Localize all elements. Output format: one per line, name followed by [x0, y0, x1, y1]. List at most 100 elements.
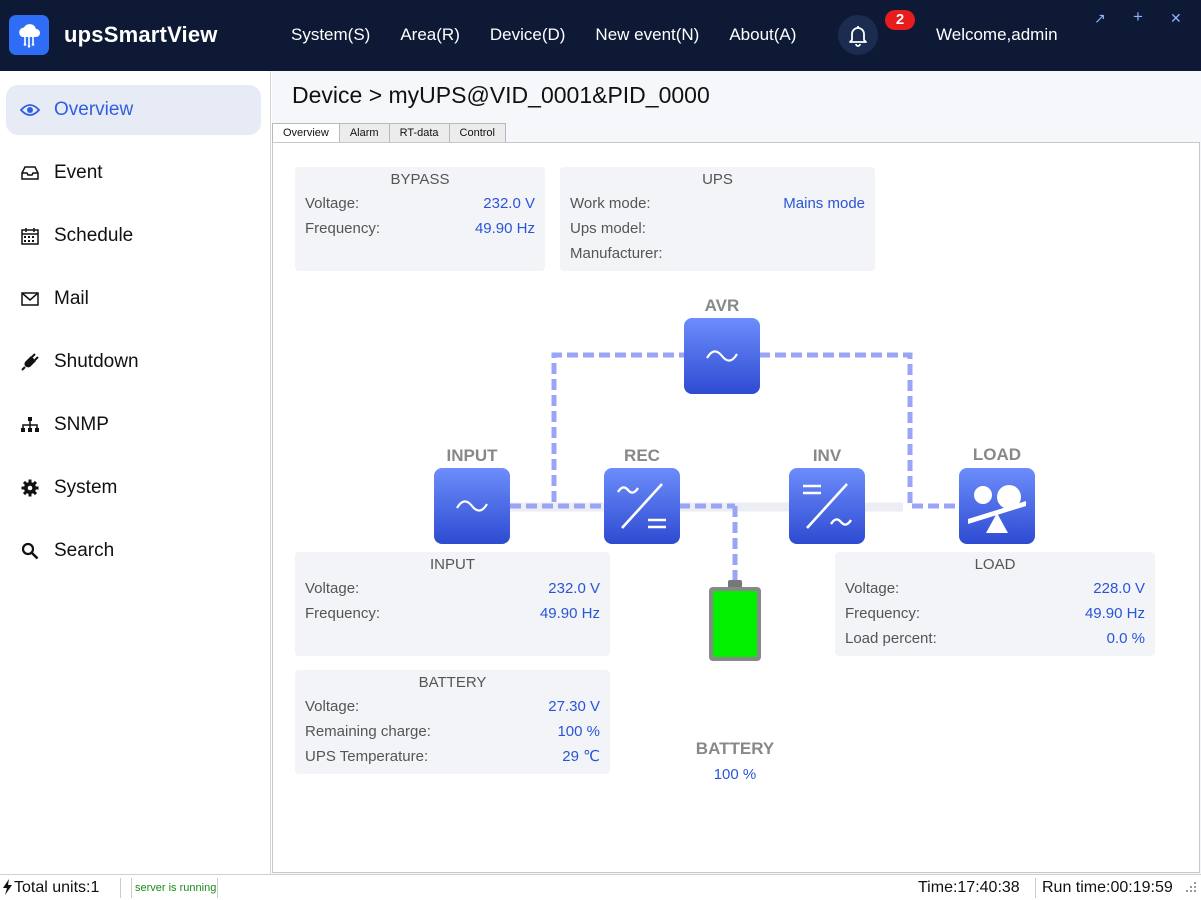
sidebar: Overview Event Schedule Mail Shutdown SN… — [0, 71, 271, 874]
sidebar-item-snmp[interactable]: SNMP — [6, 400, 261, 450]
input-card-title: INPUT — [430, 556, 475, 573]
status-divider — [120, 878, 121, 898]
run-time: Run time:00:19:59 — [1042, 879, 1173, 896]
tab-control[interactable]: Control — [448, 123, 506, 143]
avr-node — [684, 318, 760, 394]
main-content: Device > myUPS@VID_0001&PID_0000 Overvie… — [272, 71, 1201, 874]
sidebar-item-system[interactable]: System — [6, 463, 261, 513]
menu-about[interactable]: About(A) — [729, 25, 796, 45]
tab-alarm[interactable]: Alarm — [338, 123, 390, 143]
load-frequency-value: 49.90 Hz — [1084, 605, 1145, 622]
menu-new-event[interactable]: New event(N) — [595, 25, 699, 45]
calendar-icon — [20, 226, 40, 246]
rec-label: REC — [624, 446, 660, 465]
sidebar-item-label: Shutdown — [54, 351, 139, 372]
close-window-icon[interactable]: ✕ — [1170, 10, 1182, 27]
eye-icon — [20, 100, 40, 120]
breadcrumb: Device > myUPS@VID_0001&PID_0000 — [292, 82, 710, 108]
load-percent-value: 0.0 % — [1106, 630, 1145, 647]
sidebar-item-mail[interactable]: Mail — [6, 274, 261, 324]
input-card: INPUT Voltage: 232.0 V Frequency: 49.90 Hz — [295, 552, 610, 656]
ups-temperature-value: 29 ℃ — [562, 748, 600, 765]
bypass-frequency-value: 49.90 Hz — [474, 220, 535, 237]
sidebar-item-label: Schedule — [54, 225, 134, 246]
battery-voltage-label: Voltage: — [305, 698, 360, 715]
overview-panel: BYPASS Voltage: 232.0 V Frequency: 49.90 H… — [272, 142, 1200, 873]
bypass-voltage-label: Voltage: — [305, 195, 360, 212]
menu-device[interactable]: Device(D) — [490, 25, 566, 45]
ups-temperature-label: UPS Temperature: — [305, 748, 429, 765]
battery-icon — [709, 580, 761, 661]
device-tabs: Overview Alarm RT-data Control — [272, 123, 506, 144]
load-label: LOAD — [972, 445, 1022, 464]
inv-node — [789, 468, 865, 544]
mail-icon — [20, 289, 40, 309]
notifications-button[interactable] — [838, 15, 878, 55]
restore-window-icon[interactable]: ↗ — [1094, 10, 1106, 27]
load-frequency-label: Frequency: — [845, 605, 921, 622]
input-voltage-value: 232.0 V — [548, 580, 600, 597]
welcome-text: Welcome,admin — [936, 25, 1058, 44]
main-menu: System(S) Area(R) Device(D) New event(N)… — [291, 25, 826, 45]
battery-voltage-value: 27.30 V — [548, 698, 600, 715]
sidebar-item-label: System — [54, 477, 118, 498]
load-card-title: LOAD — [974, 556, 1016, 573]
inverter-icon — [803, 483, 853, 529]
sidebar-item-search[interactable]: Search — [6, 526, 261, 576]
lightning-icon — [3, 879, 12, 900]
sine-wave-icon — [456, 500, 488, 512]
battery-label: BATTERY — [695, 739, 775, 758]
ups-manufacturer-label: Manufacturer: — [570, 245, 663, 262]
ups-model-label: Ups model: — [570, 220, 646, 237]
status-divider — [1035, 878, 1036, 898]
ups-title: UPS — [702, 171, 733, 188]
bypass-frequency-label: Frequency: — [305, 220, 381, 237]
input-frequency-label: Frequency: — [305, 605, 381, 622]
app-logo — [9, 15, 49, 55]
input-voltage-label: Voltage: — [305, 580, 360, 597]
load-voltage-value: 228.0 V — [1093, 580, 1145, 597]
battery-card-title: BATTERY — [418, 674, 487, 691]
ups-work-mode-label: Work mode: — [570, 195, 651, 212]
menu-system[interactable]: System(S) — [291, 25, 370, 45]
battery-percent: 100 % — [713, 766, 757, 783]
cloud-icon — [19, 24, 40, 48]
ups-card: UPS Work mode: Mains mode Ups model: Manu… — [560, 167, 875, 271]
sidebar-item-label: SNMP — [54, 414, 109, 435]
bell-icon — [849, 26, 867, 47]
menu-area[interactable]: Area(R) — [400, 25, 460, 45]
sidebar-item-event[interactable]: Event — [6, 148, 261, 198]
tab-overview[interactable]: Overview — [272, 123, 340, 144]
maximize-window-icon[interactable]: + — [1133, 7, 1143, 27]
total-units: Total units:1 — [14, 879, 100, 896]
sidebar-item-label: Event — [54, 162, 103, 183]
battery-charge-label: Remaining charge: — [305, 723, 431, 740]
resize-grip-icon[interactable] — [1185, 881, 1197, 900]
input-label: INPUT — [446, 446, 498, 465]
inbox-icon — [20, 163, 40, 183]
status-divider — [131, 878, 132, 898]
battery-level-fill — [713, 591, 757, 657]
input-frequency-value: 49.90 Hz — [539, 605, 600, 622]
sidebar-item-shutdown[interactable]: Shutdown — [6, 337, 261, 387]
clock-time: Time:17:40:38 — [918, 879, 1020, 896]
sine-wave-icon — [706, 350, 738, 362]
plug-icon — [20, 352, 40, 372]
load-node — [959, 468, 1035, 544]
bypass-voltage-value: 232.0 V — [483, 195, 535, 212]
server-status: server is running — [135, 882, 217, 894]
battery-card: BATTERY Voltage: 27.30 V Remaining charge… — [295, 670, 610, 774]
sidebar-item-schedule[interactable]: Schedule — [6, 211, 261, 261]
rectifier-icon — [616, 483, 666, 529]
sidebar-item-overview[interactable]: Overview — [6, 85, 261, 135]
battery-charge-value: 100 % — [557, 723, 600, 740]
inv-label: INV — [812, 446, 842, 465]
tab-rt-data[interactable]: RT-data — [388, 123, 450, 143]
input-node — [434, 468, 510, 544]
status-bar: Total units:1 server is running Time:17:… — [0, 874, 1201, 900]
gear-icon — [20, 478, 40, 498]
load-percent-label: Load percent: — [845, 630, 937, 647]
notification-badge: 2 — [885, 10, 915, 30]
load-voltage-label: Voltage: — [845, 580, 900, 597]
bypass-card: BYPASS Voltage: 232.0 V Frequency: 49.90 H… — [295, 167, 545, 271]
